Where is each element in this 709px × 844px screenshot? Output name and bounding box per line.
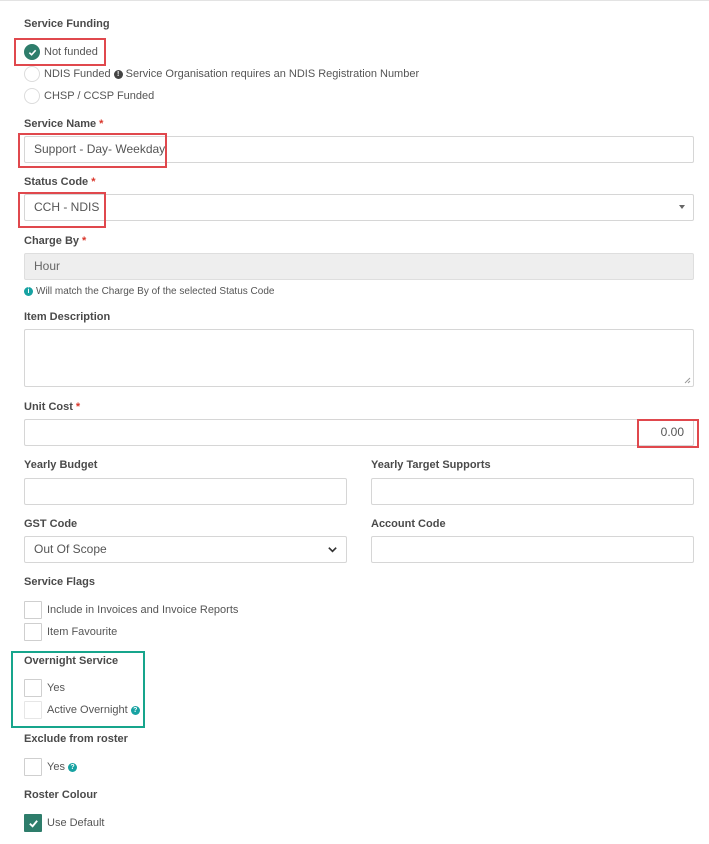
gst-code-value: Out Of Scope [34, 542, 107, 556]
yearly-budget-label: Yearly Budget [24, 459, 98, 471]
charge-by-hint-text: Will match the Charge By of the selected… [36, 286, 275, 297]
exclude-from-roster-checkbox[interactable] [24, 758, 42, 776]
unit-cost-input[interactable]: 0.00 [24, 419, 694, 446]
chsp-ccsp-funded-label: CHSP / CCSP Funded [44, 90, 155, 102]
item-favourite-label: Item Favourite [47, 626, 118, 638]
service-name-label-text: Service Name [24, 118, 97, 130]
yearly-target-supports-input[interactable] [371, 478, 694, 505]
account-code-label: Account Code [371, 518, 446, 530]
item-description-textarea[interactable] [24, 329, 694, 387]
yearly-target-supports-label: Yearly Target Supports [371, 459, 491, 471]
required-mark: * [75, 401, 81, 413]
include-in-invoices-label: Include in Invoices and Invoice Reports [47, 604, 239, 616]
roster-colour-label: Roster Colour [24, 789, 98, 801]
ndis-funded-radio[interactable] [24, 66, 40, 82]
chevron-down-icon [328, 547, 337, 553]
charge-by-label: Charge By * [24, 235, 86, 247]
yearly-budget-input[interactable] [24, 478, 347, 505]
required-mark: * [99, 118, 104, 130]
service-funding-label: Service Funding [24, 18, 110, 30]
include-in-invoices-checkbox[interactable] [24, 601, 42, 619]
highlight-service-name [18, 133, 167, 168]
service-name-label: Service Name * [24, 118, 103, 130]
required-mark: * [82, 235, 87, 247]
top-border [0, 0, 709, 1]
highlight-status-code [18, 192, 106, 228]
account-code-input[interactable] [371, 536, 694, 563]
status-code-label-text: Status Code [24, 176, 89, 188]
highlight-overnight-service [11, 651, 145, 728]
exclude-from-roster-option: Yes? [47, 761, 77, 773]
ndis-funded-option: NDIS Funded! Service Organisation require… [44, 68, 419, 80]
chsp-ccsp-funded-radio[interactable] [24, 88, 40, 104]
resize-handle-icon[interactable] [684, 377, 691, 384]
service-flags-label: Service Flags [24, 576, 95, 588]
item-favourite-checkbox[interactable] [24, 623, 42, 641]
charge-by-hint: i Will match the Charge By of the selecte… [24, 286, 274, 297]
caret-down-icon [679, 205, 685, 209]
exclude-yes-label: Yes [47, 761, 65, 773]
ndis-funded-label: NDIS Funded [44, 68, 111, 80]
use-default-checkbox[interactable] [24, 814, 42, 832]
charge-by-label-text: Charge By [24, 235, 80, 247]
gst-code-label: GST Code [24, 518, 78, 530]
exclude-from-roster-label: Exclude from roster [24, 733, 128, 745]
status-code-select[interactable]: CCH - NDIS [24, 194, 694, 221]
required-mark: * [91, 176, 96, 188]
ndis-registration-note: Service Organisation requires an NDIS Re… [125, 68, 420, 80]
highlight-not-funded [14, 38, 106, 66]
gst-code-select[interactable]: Out Of Scope [24, 536, 347, 563]
check-icon [29, 820, 38, 828]
help-icon[interactable]: ? [67, 763, 77, 772]
charge-by-field: Hour [24, 253, 694, 280]
item-description-label: Item Description [24, 311, 111, 323]
highlight-unit-cost [637, 419, 699, 448]
unit-cost-label: Unit Cost * [24, 401, 80, 413]
use-default-label: Use Default [47, 817, 105, 829]
unit-cost-label-text: Unit Cost [24, 401, 73, 413]
info-icon: ! [113, 70, 123, 79]
status-code-label: Status Code * [24, 176, 95, 188]
info-icon: i [24, 287, 33, 296]
